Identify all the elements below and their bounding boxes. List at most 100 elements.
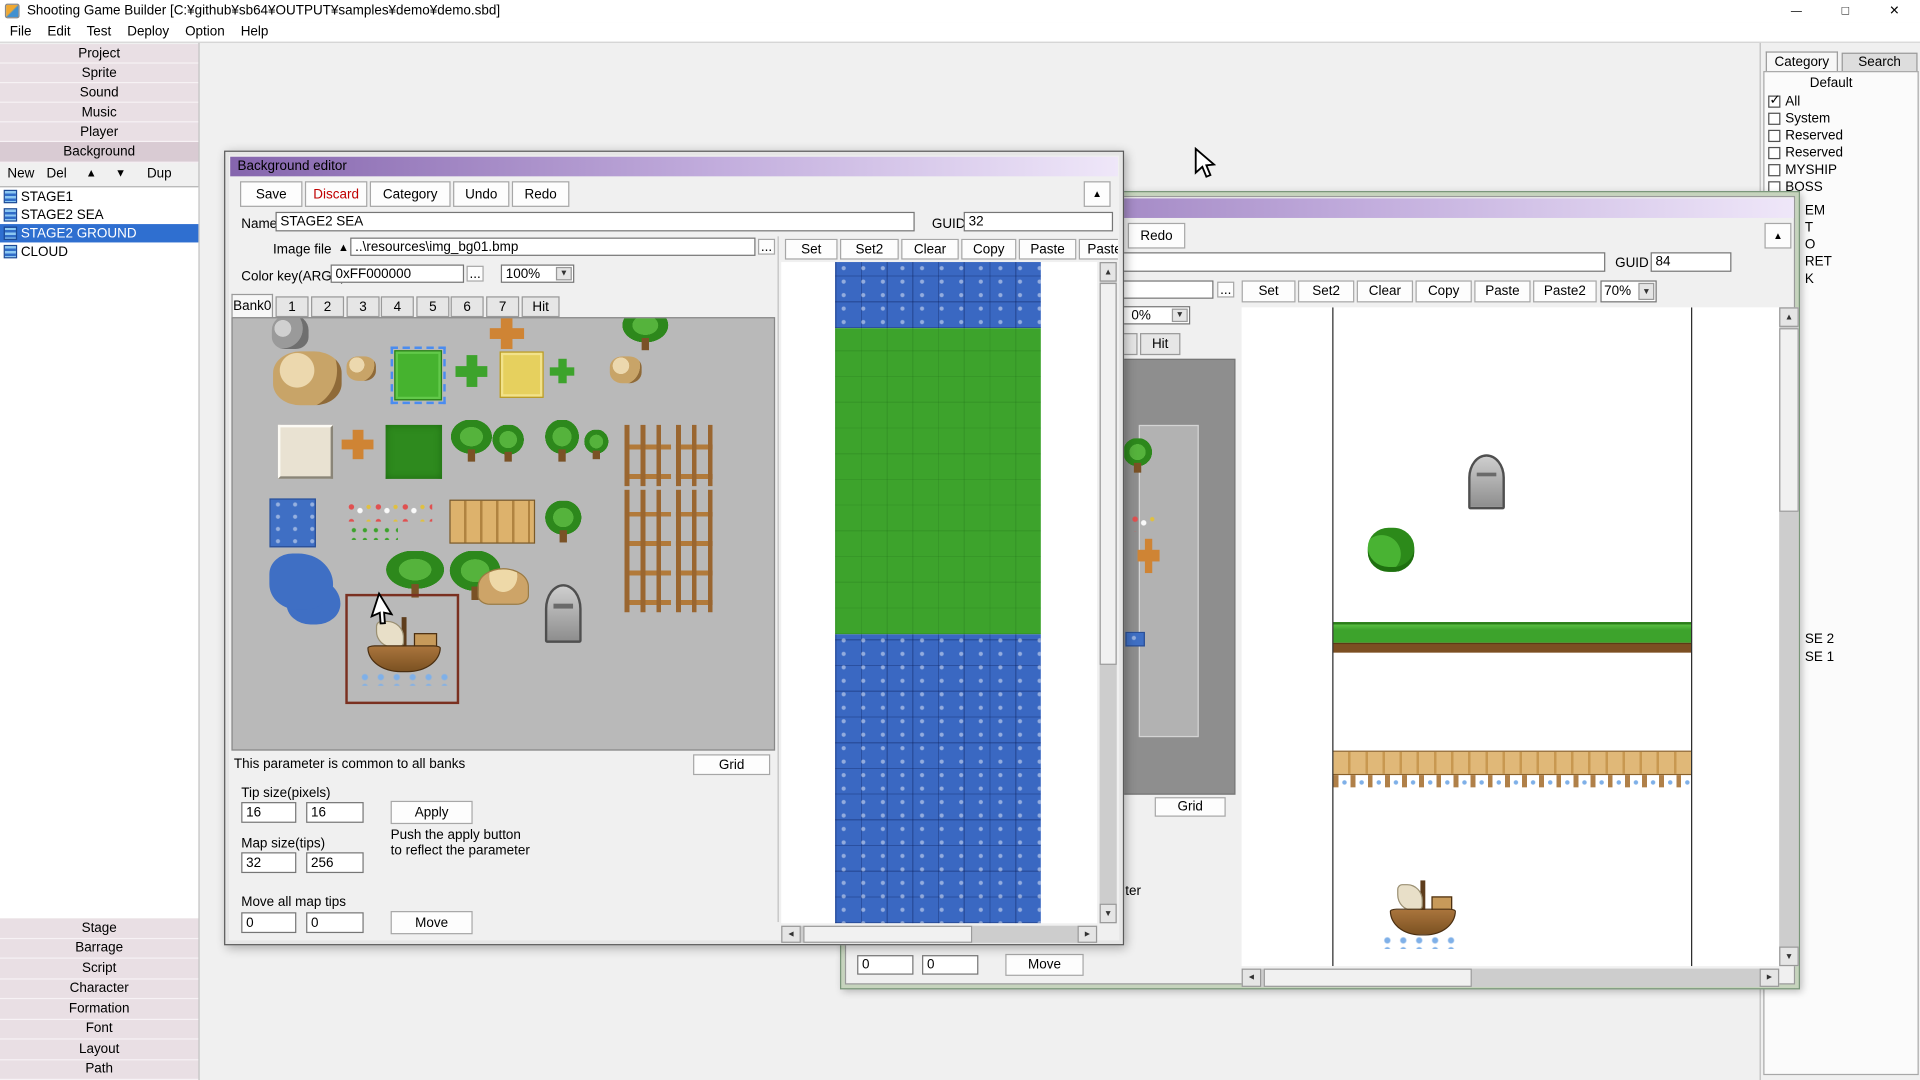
map-set-button[interactable]: Set xyxy=(1242,280,1296,302)
image-file-input[interactable]: ..\resources\img_bg01.bmp xyxy=(350,238,755,256)
list-down-button[interactable]: ▼ xyxy=(115,167,126,179)
scroll-thumb[interactable] xyxy=(1779,328,1799,512)
tile-sprite[interactable] xyxy=(342,430,374,459)
tile-sprite[interactable] xyxy=(273,351,342,405)
tile-sprite[interactable] xyxy=(584,430,608,459)
tile-sprite[interactable] xyxy=(456,355,488,387)
section-button-stage[interactable]: Stage xyxy=(0,918,198,938)
tile-sprite[interactable] xyxy=(269,553,333,609)
ship-tile-sprite[interactable] xyxy=(362,617,443,678)
map-vscrollbar[interactable]: ▲ ▼ xyxy=(1100,262,1117,923)
tab-bank7[interactable]: 7 xyxy=(486,296,519,317)
tile-sprite[interactable] xyxy=(386,425,442,479)
image-zoom-select[interactable]: 0% ▼ xyxy=(1117,306,1190,324)
tile-sprite[interactable] xyxy=(1125,632,1145,647)
map-height-input[interactable]: 256 xyxy=(306,852,364,873)
scroll-up-button[interactable]: ▲ xyxy=(1779,307,1799,327)
undo-button[interactable]: Undo xyxy=(453,181,509,207)
checkbox[interactable] xyxy=(1768,113,1780,125)
tab-bank3[interactable]: 3 xyxy=(347,296,380,317)
tab-bank1[interactable]: 1 xyxy=(276,296,309,317)
tile-sprite[interactable] xyxy=(1138,539,1160,573)
tile-sprite[interactable] xyxy=(622,317,669,350)
map-canvas[interactable] xyxy=(1242,307,1780,966)
tab-hit[interactable]: Hit xyxy=(1140,333,1180,355)
tile-sprite[interactable] xyxy=(610,356,642,383)
image-zoom-select[interactable]: 100% ▼ xyxy=(501,264,574,282)
redo-button[interactable]: Redo xyxy=(1128,223,1186,249)
tab-bank5[interactable]: 5 xyxy=(416,296,449,317)
scroll-down-button[interactable]: ▼ xyxy=(1779,947,1799,967)
map-paste-button[interactable]: Paste xyxy=(1019,239,1077,260)
expand-icon[interactable]: ▲ xyxy=(338,241,349,253)
section-button-sprite[interactable]: Sprite xyxy=(0,64,198,84)
guid-input[interactable]: 32 xyxy=(964,212,1113,232)
menu-item-option[interactable]: Option xyxy=(185,24,225,39)
category-item-clipped[interactable]: RET xyxy=(1805,255,1832,270)
tab-bank6[interactable]: 6 xyxy=(451,296,484,317)
scroll-right-button[interactable]: ► xyxy=(1078,926,1098,943)
tile-sprite[interactable] xyxy=(347,502,433,522)
list-item-stage2-ground[interactable]: STAGE2 GROUND xyxy=(0,224,198,242)
tile-sprite[interactable] xyxy=(492,425,524,462)
map-clear-button[interactable]: Clear xyxy=(901,239,959,260)
tile-sprite[interactable] xyxy=(545,420,579,462)
checkbox[interactable] xyxy=(1768,147,1780,159)
tip-height-input[interactable]: 16 xyxy=(306,802,364,823)
save-button[interactable]: Save xyxy=(240,181,302,207)
category-item-all[interactable]: ✓ All xyxy=(1768,94,1800,109)
section-button-formation[interactable]: Formation xyxy=(0,999,198,1019)
map-vscrollbar[interactable]: ▲ ▼ xyxy=(1779,307,1799,966)
section-button-layout[interactable]: Layout xyxy=(0,1040,198,1060)
window-titlebar[interactable]: Background editor xyxy=(230,157,1118,177)
tile-sprite[interactable] xyxy=(490,317,524,349)
tile-sprite[interactable] xyxy=(272,317,309,349)
scroll-thumb[interactable] xyxy=(1264,969,1472,987)
map-zoom-select[interactable]: 70% ▼ xyxy=(1600,280,1656,302)
tile-sprite[interactable] xyxy=(624,490,671,612)
list-item-stage2-sea[interactable]: STAGE2 SEA xyxy=(0,206,198,224)
category-item-clipped[interactable]: SE 2 xyxy=(1805,632,1834,647)
map-hscrollbar[interactable]: ◄ ► xyxy=(781,926,1097,943)
scroll-left-button[interactable]: ◄ xyxy=(1242,969,1262,987)
map-set2-button[interactable]: Set2 xyxy=(840,239,899,260)
chevron-down-icon[interactable]: ▼ xyxy=(1638,283,1654,300)
category-item-reserved-1[interactable]: Reserved xyxy=(1768,129,1843,144)
scroll-thumb[interactable] xyxy=(803,926,972,943)
tile-sprite[interactable] xyxy=(278,425,333,479)
map-paste2-button[interactable]: Paste2 xyxy=(1079,239,1118,260)
tab-bank2[interactable]: 2 xyxy=(311,296,344,317)
scroll-left-button[interactable]: ◄ xyxy=(781,926,801,943)
browse-button[interactable]: ... xyxy=(1217,282,1234,298)
chevron-down-icon[interactable]: ▼ xyxy=(1172,309,1188,322)
tip-width-input[interactable]: 16 xyxy=(241,802,296,823)
map-width-input[interactable]: 32 xyxy=(241,852,296,873)
section-button-sound[interactable]: Sound xyxy=(0,83,198,103)
list-item-cloud[interactable]: CLOUD xyxy=(0,242,198,260)
list-dup-button[interactable]: Dup xyxy=(147,167,172,182)
map-set2-button[interactable]: Set2 xyxy=(1298,280,1354,302)
section-button-player[interactable]: Player xyxy=(0,122,198,142)
discard-button[interactable]: Discard xyxy=(305,181,367,207)
maximize-button[interactable]: □ xyxy=(1827,0,1864,22)
tile-sprite[interactable] xyxy=(386,551,445,598)
tile-sprite[interactable] xyxy=(550,359,574,383)
tile-sprite[interactable] xyxy=(451,420,493,462)
checkbox[interactable] xyxy=(1768,130,1780,142)
tile-palette[interactable] xyxy=(231,317,775,750)
tile-sprite[interactable] xyxy=(449,500,535,544)
category-item-clipped[interactable]: O xyxy=(1805,238,1815,253)
map-paste-button[interactable]: Paste xyxy=(1474,280,1530,302)
map-copy-button[interactable]: Copy xyxy=(1416,280,1472,302)
tab-hit[interactable]: Hit xyxy=(522,296,560,317)
splitter[interactable] xyxy=(778,236,779,922)
browse-button[interactable]: ... xyxy=(467,266,484,282)
move-x-input[interactable]: 0 xyxy=(857,955,913,975)
color-key-input[interactable]: 0xFF000000 xyxy=(331,264,464,282)
scroll-down-button[interactable]: ▼ xyxy=(1100,904,1117,924)
section-button-music[interactable]: Music xyxy=(0,103,198,123)
tile-sprite[interactable] xyxy=(478,568,529,605)
menu-item-edit[interactable]: Edit xyxy=(47,24,70,39)
scroll-right-button[interactable]: ► xyxy=(1760,969,1780,987)
category-item-reserved-2[interactable]: Reserved xyxy=(1768,146,1843,161)
